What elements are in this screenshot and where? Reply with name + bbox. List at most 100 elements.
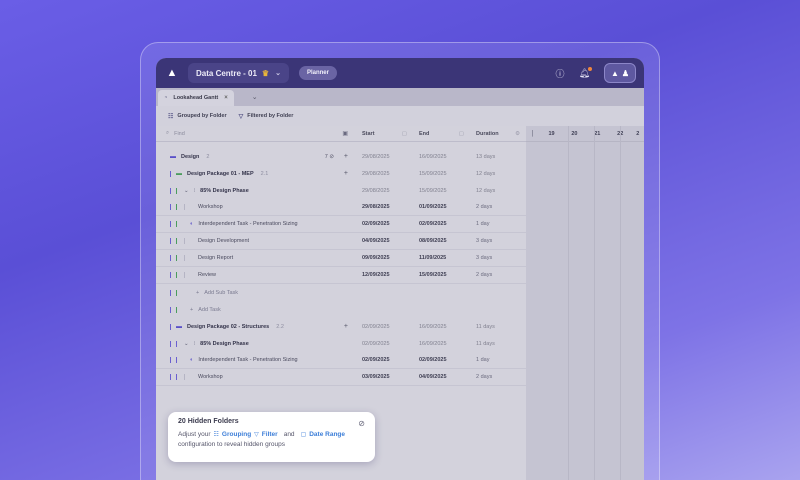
- timeline-tick: │: [531, 130, 535, 137]
- filtered-by-button[interactable]: ▽ Filtered by Folder: [239, 113, 294, 120]
- add-icon[interactable]: +: [344, 153, 348, 160]
- columns-icon[interactable]: ▣: [342, 130, 348, 137]
- grouping-link[interactable]: Grouping: [222, 431, 251, 438]
- row-duration: 2 days: [476, 272, 493, 278]
- phase-row[interactable]: ⌄ ⁞ 85% Design Phase 02/09/2025 16/09/20…: [156, 335, 526, 352]
- row-name: 85% Design Phase: [200, 187, 249, 194]
- row-start[interactable]: 02/09/2025: [356, 221, 413, 227]
- filtered-label: Filtered by Folder: [247, 113, 294, 119]
- row-start[interactable]: 29/08/2025: [356, 204, 413, 210]
- row-end[interactable]: 15/09/2025: [413, 272, 470, 278]
- row-start[interactable]: 02/09/2025: [356, 357, 413, 363]
- add-icon[interactable]: +: [344, 323, 348, 330]
- grouped-label: Grouped by Folder: [177, 113, 227, 119]
- toolbar: ☷ Grouped by Folder ▽ Filtered by Folder: [156, 106, 644, 126]
- row-count: 2: [206, 153, 210, 160]
- folder-row-package-01[interactable]: ▬ Design Package 01 - MEP 2.1 + 29/08/20…: [156, 165, 526, 182]
- row-start[interactable]: 12/09/2025: [356, 272, 413, 278]
- top-bar: ▲ Data Centre - 01 ♛ ⌄ Planner ⓘ 🔔︎ ▲ ♟: [156, 58, 644, 88]
- row-duration: 2 days: [476, 374, 493, 380]
- tab-dropdown-icon[interactable]: ⌄: [252, 93, 258, 101]
- task-row[interactable]: ◐ Interdependent Task - Penetration Sizi…: [156, 216, 526, 233]
- row-end[interactable]: 04/09/2025: [413, 374, 470, 380]
- folder-row-package-02[interactable]: ▬ Design Package 02 - Structures 2.2 + 0…: [156, 318, 526, 335]
- row-end[interactable]: 11/09/2025: [413, 255, 470, 261]
- add-icon: +: [190, 306, 194, 313]
- gantt-chart[interactable]: │ 19 20 21 22 2: [526, 126, 644, 480]
- help-icon[interactable]: ⓘ: [556, 67, 565, 80]
- popup-suffix: configuration to reveal hidden groups: [178, 441, 285, 448]
- interdependent-icon: ◐: [190, 357, 194, 363]
- row-duration: 3 days: [476, 255, 493, 261]
- row-name: Design Development: [198, 238, 250, 244]
- task-row[interactable]: Workshop 03/09/2025 04/09/2025 2 days: [156, 369, 526, 386]
- col-end[interactable]: End: [419, 131, 429, 137]
- row-end[interactable]: 08/09/2025: [413, 238, 470, 244]
- row-duration: 1 day: [476, 221, 490, 227]
- add-task-link[interactable]: Add Task: [198, 307, 221, 313]
- row-duration: 1 day: [476, 357, 490, 363]
- tab-label: Lookahead Gantt: [173, 95, 219, 101]
- chevron-down-icon[interactable]: ⌄: [184, 188, 189, 194]
- chevron-down-icon[interactable]: ⌄: [184, 341, 189, 347]
- add-task-row[interactable]: + Add Task: [156, 301, 526, 318]
- mode-badge[interactable]: Planner: [298, 66, 337, 80]
- popup-title: 20 Hidden Folders: [178, 418, 239, 425]
- close-icon[interactable]: ×: [224, 95, 228, 101]
- grouped-by-button[interactable]: ☷ Grouped by Folder: [168, 113, 227, 120]
- task-row[interactable]: Review 12/09/2025 15/09/2025 2 days: [156, 267, 526, 284]
- app-logo-icon[interactable]: ▲: [164, 65, 180, 81]
- eye-off-icon[interactable]: ⊘: [358, 419, 365, 428]
- row-count: 2.1: [260, 170, 269, 177]
- gantt-timeline-header: │ 19 20 21 22 2: [526, 126, 644, 142]
- filter-icon: ▽: [238, 113, 244, 120]
- tab-lookahead-gantt[interactable]: ◔ Lookahead Gantt ×: [158, 90, 234, 106]
- row-end[interactable]: 01/09/2025: [413, 204, 470, 210]
- row-name: 85% Design Phase: [200, 340, 249, 347]
- calendar-icon: ▢: [300, 432, 307, 438]
- task-row[interactable]: Design Report 09/09/2025 11/09/2025 3 da…: [156, 250, 526, 267]
- add-sub-task-link[interactable]: Add Sub Task: [204, 290, 238, 296]
- folder-icon: ▬: [176, 170, 182, 177]
- row-duration: 11 days: [476, 340, 495, 347]
- hidden-count-icon[interactable]: 7 ⊘: [325, 154, 334, 160]
- bell-icon[interactable]: 🔔︎: [579, 66, 592, 79]
- row-duration: 13 days: [476, 153, 496, 160]
- day-label: 20: [571, 130, 578, 137]
- filter-link[interactable]: Filter: [262, 431, 278, 438]
- folder-icon: ▬: [170, 153, 176, 160]
- row-start[interactable]: 03/09/2025: [356, 374, 413, 380]
- add-sub-task-row[interactable]: + Add Sub Task: [156, 284, 526, 301]
- phase-icon: ⁞: [193, 187, 196, 194]
- row-name: Interdependent Task - Penetration Sizing: [198, 221, 298, 227]
- col-duration[interactable]: Duration: [476, 131, 499, 137]
- row-start[interactable]: 09/09/2025: [356, 255, 413, 261]
- row-name: Design: [181, 153, 200, 160]
- row-start: 29/08/2025: [362, 170, 390, 177]
- row-end[interactable]: 02/09/2025: [413, 221, 470, 227]
- task-row[interactable]: ◐ Interdependent Task - Penetration Sizi…: [156, 352, 526, 369]
- search-icon: ⌕: [166, 130, 170, 136]
- row-name: Workshop: [198, 204, 223, 210]
- row-name: Design Report: [198, 255, 234, 261]
- gantt-gridline: [568, 126, 569, 480]
- row-name: Design Package 01 - MEP: [187, 170, 254, 177]
- row-start: 29/08/2025: [362, 187, 390, 194]
- row-end[interactable]: 02/09/2025: [413, 357, 470, 363]
- row-duration: 11 days: [476, 323, 495, 330]
- folder-row-design[interactable]: ▬ Design 2 7 ⊘ + 29/08/2025 16/09/2025 1…: [156, 148, 526, 165]
- col-start[interactable]: Start: [362, 131, 375, 137]
- date-range-link[interactable]: Date Range: [309, 431, 345, 438]
- row-end: 16/09/2025: [419, 323, 447, 330]
- task-row[interactable]: Design Development 04/09/2025 08/09/2025…: [156, 233, 526, 250]
- day-label: 19: [548, 130, 555, 137]
- account-switcher[interactable]: ▲ ♟: [604, 63, 636, 83]
- interdependent-icon: ◐: [190, 221, 194, 227]
- filter-input[interactable]: Find: [174, 131, 185, 137]
- settings-icon: ⚙: [515, 130, 520, 137]
- add-icon[interactable]: +: [344, 170, 348, 177]
- project-selector[interactable]: Data Centre - 01 ♛ ⌄: [188, 63, 289, 83]
- row-start[interactable]: 04/09/2025: [356, 238, 413, 244]
- task-row[interactable]: Workshop 29/08/2025 01/09/2025 2 days: [156, 199, 526, 216]
- phase-row[interactable]: ⌄ ⁞ 85% Design Phase 29/08/2025 15/09/20…: [156, 182, 526, 199]
